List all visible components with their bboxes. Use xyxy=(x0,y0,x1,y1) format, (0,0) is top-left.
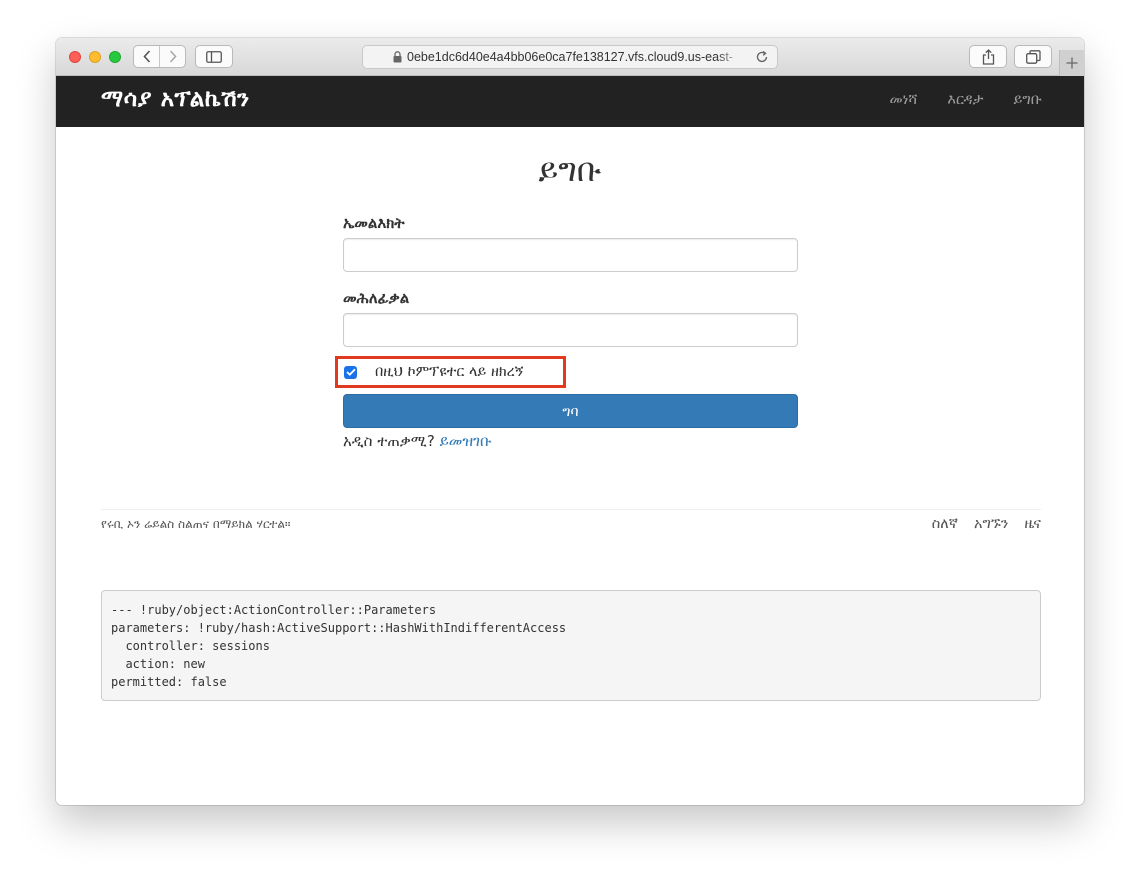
new-tab-button[interactable] xyxy=(1059,50,1084,76)
forward-button[interactable] xyxy=(159,46,185,67)
remember-me-highlight: በዚህ ኮምፕዩተር ላይ ዘክረኝ xyxy=(335,356,566,388)
footer-divider xyxy=(101,509,1041,510)
checkmark-icon xyxy=(345,368,356,376)
login-form: ኤመልእክት መሕለፊቃል በዚህ ኮምፕዩተር ላይ ዘክረኝ ግባ አዲስ … xyxy=(335,214,798,450)
debug-line: permitted: false xyxy=(111,675,227,689)
history-nav xyxy=(133,45,186,68)
share-button[interactable] xyxy=(969,45,1007,68)
address-bar[interactable]: 0ebe1dc6d40e4a4bb06e0ca7fe138127.vfs.clo… xyxy=(362,45,778,69)
tabs-icon xyxy=(1025,49,1041,64)
debug-line: action: new xyxy=(111,657,205,671)
maximize-window-button[interactable] xyxy=(109,51,121,63)
nav-link-home[interactable]: መነሻ xyxy=(890,92,918,108)
signup-prompt-text: አዲስ ተጠቃሚ? xyxy=(343,432,435,450)
chevron-left-icon xyxy=(142,50,150,63)
password-field[interactable] xyxy=(343,313,798,347)
share-icon xyxy=(982,48,994,65)
close-window-button[interactable] xyxy=(69,51,81,63)
footer-link-about[interactable]: ስለኛ xyxy=(932,516,958,532)
reload-icon[interactable] xyxy=(755,50,769,64)
app-navbar: ማሳያ አፕልኬሽን መነሻ እርዳታ ይግቡ xyxy=(56,76,1084,127)
sidebar-icon xyxy=(206,50,222,63)
footer-credit: የሩቢ ኦን ሬይልስ ስልጠና በማይክል ሃርተል። xyxy=(101,517,291,531)
minimize-window-button[interactable] xyxy=(89,51,101,63)
sidebar-toggle-button[interactable] xyxy=(195,45,233,68)
signup-prompt: አዲስ ተጠቃሚ? ይመዝገቡ xyxy=(343,432,492,450)
chevron-right-icon xyxy=(169,50,177,63)
lock-icon xyxy=(393,51,402,63)
footer-link-contact[interactable]: አግኙን xyxy=(974,516,1008,532)
debug-line: parameters: !ruby/hash:ActiveSupport::Ha… xyxy=(111,621,567,635)
back-button[interactable] xyxy=(134,46,159,67)
browser-window: 0ebe1dc6d40e4a4bb06e0ca7fe138127.vfs.clo… xyxy=(56,38,1084,805)
nav-link-help[interactable]: እርዳታ xyxy=(947,92,983,108)
login-submit-button[interactable]: ግባ xyxy=(343,394,798,428)
email-label: ኤመልእክት xyxy=(343,214,405,232)
page-title: ይግቡ xyxy=(538,151,602,189)
remember-me-label[interactable]: በዚህ ኮምፕዩተር ላይ ዘክረኝ xyxy=(375,364,523,380)
plus-icon xyxy=(1066,57,1078,69)
debug-params: --- !ruby/object:ActionController::Param… xyxy=(101,590,1041,701)
email-field[interactable] xyxy=(343,238,798,272)
nav-link-login[interactable]: ይግቡ xyxy=(1013,92,1042,108)
signup-link[interactable]: ይመዝገቡ xyxy=(440,432,492,450)
browser-titlebar: 0ebe1dc6d40e4a4bb06e0ca7fe138127.vfs.clo… xyxy=(56,38,1084,76)
tab-overview-button[interactable] xyxy=(1014,45,1052,68)
brand-logo[interactable]: ማሳያ አፕልኬሽን xyxy=(101,86,250,112)
address-bar-url: 0ebe1dc6d40e4a4bb06e0ca7fe138127.vfs.clo… xyxy=(407,50,733,64)
debug-line: controller: sessions xyxy=(111,639,270,653)
password-label: መሕለፊቃል xyxy=(343,289,410,307)
remember-me-checkbox[interactable] xyxy=(344,365,357,379)
footer-link-news[interactable]: ዜና xyxy=(1024,516,1041,532)
footer-links: ስለኛ አግኙን ዜና xyxy=(932,516,1041,532)
navbar-links: መነሻ እርዳታ ይግቡ xyxy=(890,92,1042,108)
debug-line: --- !ruby/object:ActionController::Param… xyxy=(111,603,437,617)
